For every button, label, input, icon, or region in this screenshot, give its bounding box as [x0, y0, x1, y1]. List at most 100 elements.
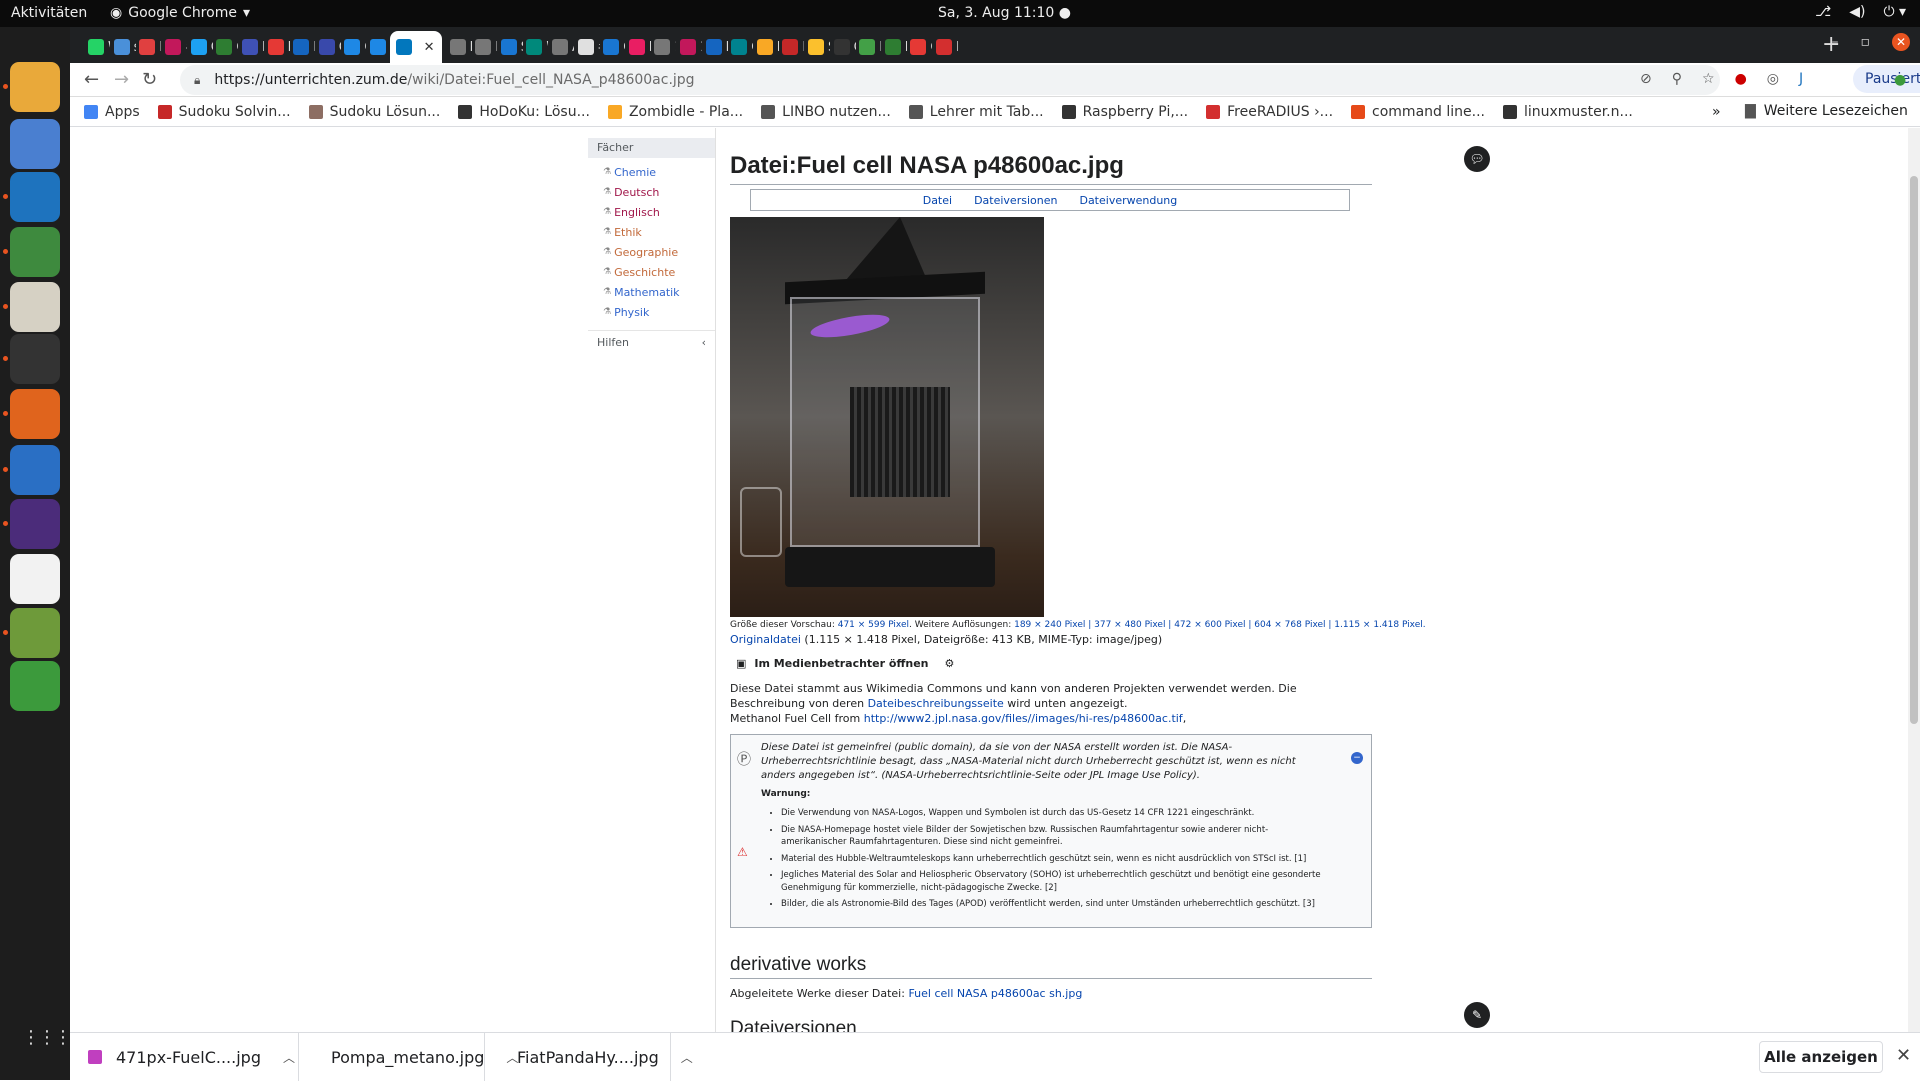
firefox-icon[interactable]: [10, 389, 60, 439]
bookmark-star-icon[interactable]: ☆: [1702, 71, 1715, 87]
browser-tab[interactable]: sl: [108, 31, 136, 63]
settings-gear-icon[interactable]: ⚙: [945, 657, 955, 670]
chevron-up-icon[interactable]: ︿: [283, 1049, 295, 1066]
keepassxc-icon[interactable]: [10, 227, 60, 277]
browser-tab[interactable]: M: [879, 31, 907, 63]
bookmark-item[interactable]: Sudoku Solvin...: [157, 104, 291, 120]
lock-icon[interactable]: 🔒︎: [194, 73, 200, 88]
browser-tab[interactable]: C: [904, 31, 932, 63]
browser-tab[interactable]: Fı: [287, 31, 315, 63]
extension-globe-icon[interactable]: ◎: [1767, 71, 1779, 87]
bookmark-item[interactable]: Sudoku Lösun...: [308, 104, 440, 120]
browser-tab[interactable]: R: [776, 31, 804, 63]
bookmark-item[interactable]: HoDoKu: Lösu...: [458, 104, 590, 120]
minimize-icon[interactable]: –: [1832, 34, 1839, 50]
bookmark-item[interactable]: linuxmuster.n...: [1502, 104, 1633, 120]
description-page-link[interactable]: Dateibeschreibungsseite: [868, 697, 1004, 710]
bookmark-item[interactable]: command line...: [1351, 104, 1485, 120]
browser-tab[interactable]: Fı: [262, 31, 290, 63]
browser-tab[interactable]: Zı: [364, 31, 392, 63]
browser-tab[interactable]: #: [572, 31, 600, 63]
toc-link-datei[interactable]: Datei: [923, 194, 952, 207]
browser-tab[interactable]: O: [597, 31, 625, 63]
browser-tab[interactable]: Cl: [338, 31, 366, 63]
bookmark-item[interactable]: Apps: [84, 104, 140, 120]
sidebar-item-physik[interactable]: ⚗ Physik: [603, 302, 715, 322]
sidebar-item-englisch[interactable]: ⚗ Englisch: [603, 202, 715, 222]
browser-tab[interactable]: R: [623, 31, 651, 63]
writer-icon[interactable]: [10, 445, 60, 495]
sidebar-item-mathematik[interactable]: ⚗ Mathematik: [603, 282, 715, 302]
browser-tab[interactable]: #: [159, 31, 187, 63]
bookmark-item[interactable]: Raspberry Pi,...: [1061, 104, 1188, 120]
original-file-link[interactable]: Originaldatei: [730, 633, 801, 646]
help-section-toggle[interactable]: Hilfen ‹: [588, 330, 715, 354]
browser-tab[interactable]: ✕: [389, 31, 442, 63]
browser-tab[interactable]: Fı: [700, 31, 728, 63]
collapse-icon[interactable]: −: [1351, 752, 1363, 764]
close-window-icon[interactable]: ✕: [1892, 33, 1910, 51]
browser-tab[interactable]: Lı: [853, 31, 881, 63]
download-item[interactable]: Pompa_metano.jpg ︿: [299, 1033, 518, 1081]
zoom-icon[interactable]: ⚲: [1672, 71, 1682, 87]
jitsi-icon[interactable]: [10, 172, 60, 222]
media-viewer-button[interactable]: ▣ Im Medienbetrachter öffnen: [730, 654, 935, 673]
chat-bubble-icon[interactable]: 💬︎: [1464, 146, 1490, 172]
bookmark-item[interactable]: LINBO nutzen...: [761, 104, 891, 120]
browser-tab[interactable]: 1(: [674, 31, 702, 63]
other-bookmarks-button[interactable]: ▇ Weitere Lesezeichen: [1745, 103, 1908, 119]
terminal-icon[interactable]: [10, 334, 60, 384]
page-scrollbar[interactable]: [1908, 128, 1920, 1032]
address-bar[interactable]: 🔒︎ https://unterrichten.zum.de/wiki/Date…: [180, 65, 1720, 95]
reload-button[interactable]: ↻: [142, 69, 157, 90]
browser-tab[interactable]: Sı: [495, 31, 523, 63]
activities-button[interactable]: Aktivitäten: [11, 5, 87, 21]
download-item[interactable]: FiatPandaHy....jpg ︿: [485, 1033, 693, 1081]
chrome-icon[interactable]: [10, 62, 60, 112]
toc-link-dateiversionen[interactable]: Dateiversionen: [974, 194, 1057, 207]
browser-tab[interactable]: W: [520, 31, 548, 63]
back-button[interactable]: ←: [84, 69, 99, 90]
browser-tab[interactable]: O: [313, 31, 341, 63]
browser-tab[interactable]: B: [930, 31, 958, 63]
tab-close-icon[interactable]: ✕: [424, 40, 435, 55]
browser-tab[interactable]: D: [236, 31, 264, 63]
browser-tab[interactable]: G: [725, 31, 753, 63]
bookmark-item[interactable]: Zombidle - Pla...: [607, 104, 743, 120]
browser-tab[interactable]: Fı: [751, 31, 779, 63]
derivative-link[interactable]: Fuel cell NASA p48600ac sh.jpg: [908, 987, 1082, 1000]
download-item[interactable]: 471px-FuelC....jpg ︿: [70, 1033, 299, 1081]
fuel-cell-photo[interactable]: [730, 217, 1044, 617]
close-downloads-icon[interactable]: ✕: [1896, 1045, 1911, 1066]
browser-tab[interactable]: A: [546, 31, 574, 63]
mail-icon[interactable]: [10, 119, 60, 169]
extension-abp-icon[interactable]: ●: [1735, 71, 1747, 87]
tex-icon[interactable]: [10, 499, 60, 549]
sidebar-item-chemie[interactable]: ⚗ Chemie: [603, 162, 715, 182]
browser-tab[interactable]: O: [210, 31, 238, 63]
bookmark-item[interactable]: Lehrer mit Tab...: [908, 104, 1044, 120]
translate-icon[interactable]: ⊘: [1640, 71, 1652, 87]
sidebar-item-deutsch[interactable]: ⚗ Deutsch: [603, 182, 715, 202]
clock[interactable]: Sa, 3. Aug 11:10 ●: [938, 5, 1071, 21]
profile-paused-button[interactable]: Pausiert r: [1853, 65, 1920, 93]
sidebar-item-ethik[interactable]: ⚗ Ethik: [603, 222, 715, 242]
browser-tab[interactable]: G: [185, 31, 213, 63]
bookmark-item[interactable]: FreeRADIUS ›...: [1206, 104, 1333, 120]
show-applications-icon[interactable]: ⋮⋮⋮: [22, 1027, 72, 1048]
browser-tab[interactable]: G: [828, 31, 856, 63]
chevron-up-icon[interactable]: ︿: [681, 1049, 693, 1066]
sidebar-item-geographie[interactable]: ⚗ Geographie: [603, 242, 715, 262]
browser-tab[interactable]: 1: [648, 31, 676, 63]
bookmarks-overflow-button[interactable]: »: [1712, 104, 1721, 120]
resolution-links[interactable]: 189 × 240 Pixel | 377 × 480 Pixel | 472 …: [1014, 620, 1426, 630]
sidebar-item-geschichte[interactable]: ⚗ Geschichte: [603, 262, 715, 282]
preview-size-link[interactable]: 471 × 599 Pixel: [838, 620, 909, 630]
maximize-icon[interactable]: ▫: [1861, 34, 1871, 50]
toc-link-dateiverwendung[interactable]: Dateiverwendung: [1079, 194, 1177, 207]
package-icon[interactable]: [10, 608, 60, 658]
extension-green-icon[interactable]: ●: [1894, 72, 1906, 88]
calc-icon[interactable]: [10, 661, 60, 711]
source-url-link[interactable]: http://www2.jpl.nasa.gov/files//images/h…: [864, 712, 1183, 725]
browser-tab[interactable]: W: [82, 31, 110, 63]
